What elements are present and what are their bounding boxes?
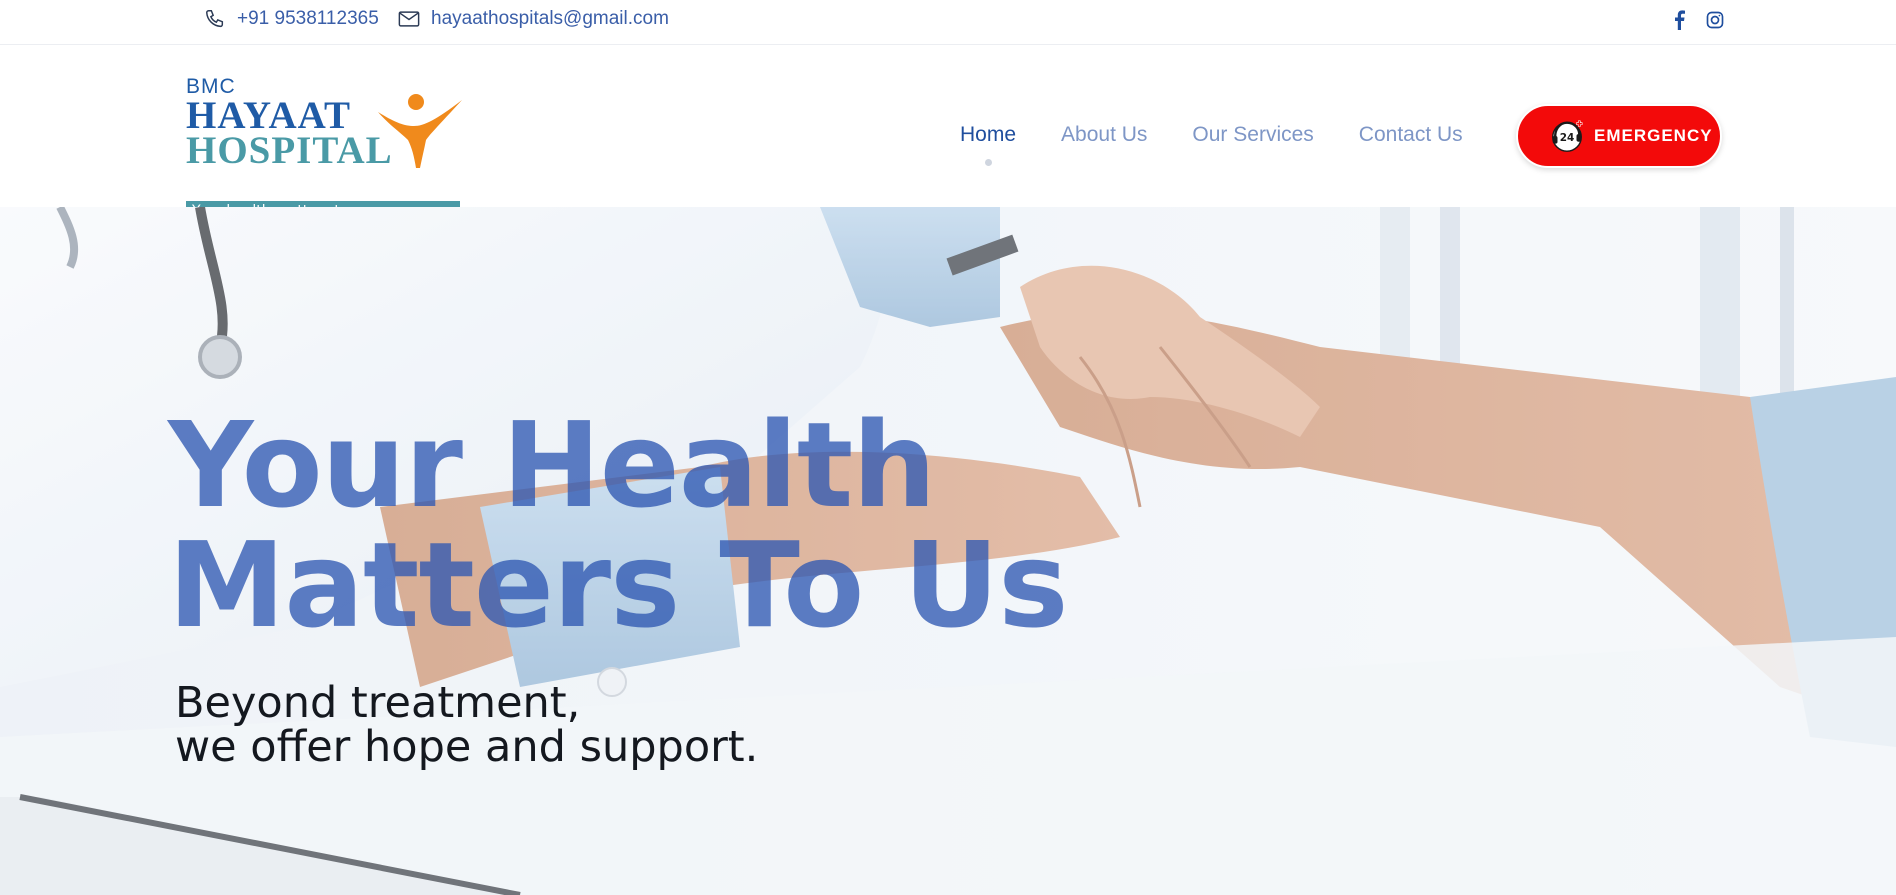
nav-item-contact-us[interactable]: Contact Us — [1359, 123, 1463, 147]
mail-icon — [397, 7, 421, 31]
social-links — [1668, 8, 1726, 32]
nav-contact-label[interactable]: Contact Us — [1359, 123, 1463, 146]
hero-subtitle-line1: Beyond treatment, — [175, 678, 581, 728]
nav-item-home[interactable]: Home — [960, 123, 1016, 166]
hero-title-line1: Your Health — [168, 396, 936, 534]
main-nav: Home About Us Our Services Contact Us — [960, 123, 1463, 166]
nav-item-our-services[interactable]: Our Services — [1192, 123, 1313, 147]
phone-contact[interactable]: +91 9538112365 — [203, 7, 379, 31]
nav-services-label[interactable]: Our Services — [1192, 123, 1313, 146]
hero-title-line2: Matters To Us — [168, 516, 1068, 654]
site-header: BMC HAYAAT HOSPITAL Your health matters … — [0, 45, 1896, 221]
nav-about-label[interactable]: About Us — [1061, 123, 1147, 146]
email-address[interactable]: hayaathospitals@gmail.com — [431, 8, 669, 30]
nav-item-about-us[interactable]: About Us — [1061, 123, 1147, 147]
emergency-badge-text: 24 — [1560, 132, 1575, 144]
hospital-logo[interactable]: BMC HAYAAT HOSPITAL Your health matters … — [186, 75, 462, 221]
hero-subtitle-line2: we offer hope and support. — [175, 722, 759, 772]
nav-home-label[interactable]: Home — [960, 123, 1016, 146]
hero-banner: Your Health Matters To Us Beyond treatme… — [0, 207, 1896, 895]
emergency-button[interactable]: 24 EMERGENCY — [1516, 104, 1722, 168]
top-contact-bar: +91 9538112365 hayaathospitals@gmail.com — [0, 0, 1896, 45]
hero-title: Your Health Matters To Us — [168, 396, 1068, 654]
email-contact[interactable]: hayaathospitals@gmail.com — [397, 7, 669, 31]
phone-icon — [203, 7, 227, 31]
active-indicator-dot — [985, 159, 993, 166]
emergency-label[interactable]: EMERGENCY — [1594, 126, 1713, 146]
logo-figure-icon — [378, 94, 462, 168]
instagram-icon[interactable] — [1704, 8, 1726, 32]
24-hour-support-icon: 24 — [1552, 120, 1583, 152]
logo-line2: HOSPITAL — [186, 129, 393, 172]
hero-subtitle: Beyond treatment, we offer hope and supp… — [175, 681, 758, 769]
facebook-icon[interactable] — [1668, 8, 1690, 32]
phone-number[interactable]: +91 9538112365 — [237, 8, 379, 30]
